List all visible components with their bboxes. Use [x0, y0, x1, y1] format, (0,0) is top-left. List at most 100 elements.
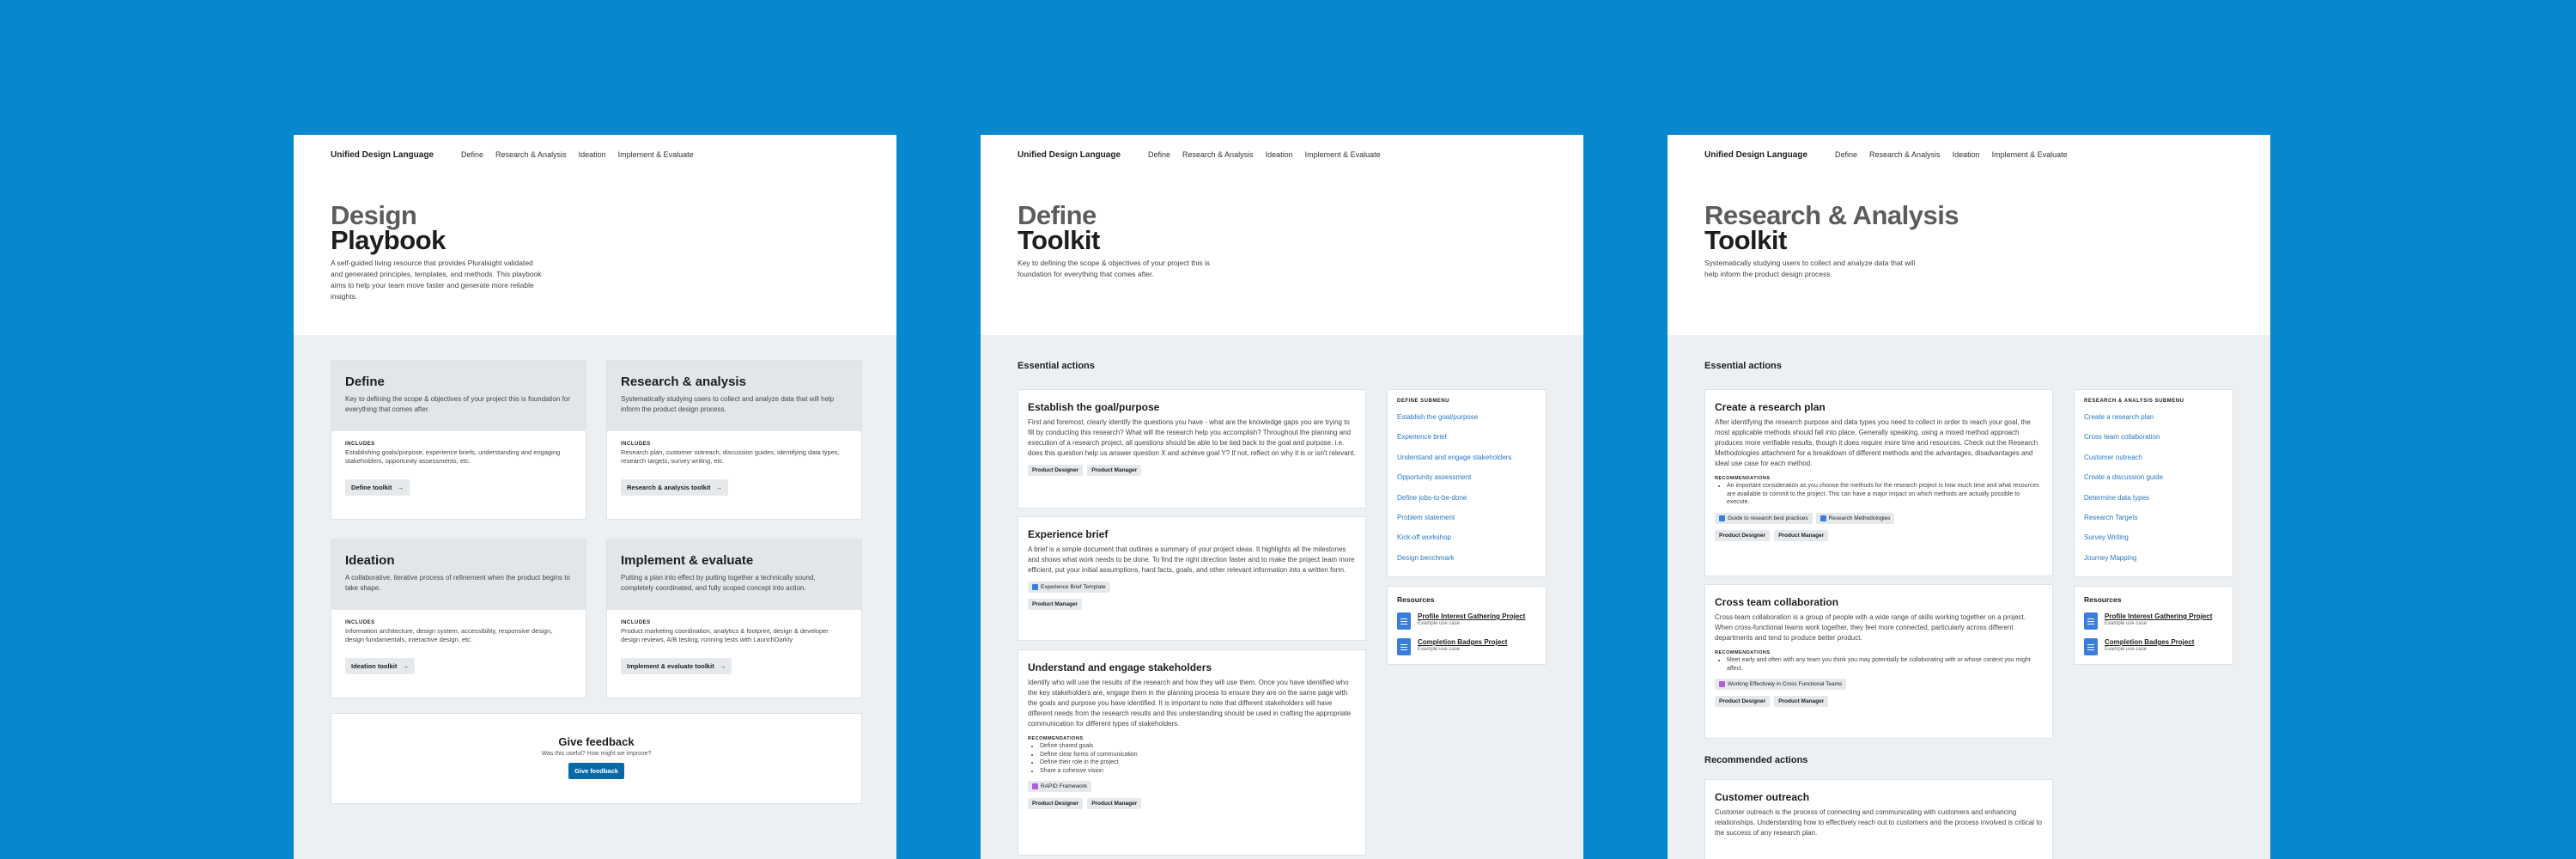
submenu-item[interactable]: Understand and engage stakeholders — [1397, 448, 1536, 467]
brand-logo[interactable]: Unified Design Language — [331, 150, 434, 160]
nav-research[interactable]: Research & Analysis — [495, 150, 567, 159]
recommendation-list: An important consideration as you choose… — [1727, 482, 2043, 507]
submenu-item[interactable]: Survey Writing — [2084, 527, 2223, 547]
submenu-item[interactable]: Define jobs-to-be-done — [1397, 488, 1536, 508]
section-heading: Essential actions — [1018, 361, 1095, 371]
nav-ideation[interactable]: Ideation — [579, 150, 606, 159]
nav-implement[interactable]: Implement & Evaluate — [1992, 150, 2068, 159]
nav-ideation[interactable]: Ideation — [1266, 150, 1293, 159]
action-description: Cross-team collaboration is a group of p… — [1715, 613, 2026, 642]
arrow-right-icon: → — [715, 484, 723, 491]
resource-link[interactable]: RAPID Framework — [1028, 781, 1092, 792]
submenu-item[interactable]: Cross team collaboration — [2084, 427, 2223, 447]
research-toolkit-page: Unified Design Language Define Research … — [1668, 135, 2270, 859]
page-description: Systematically studying users to collect… — [1704, 259, 1916, 278]
submenu: RESEARCH & ANALYSIS SUBMENU Create a res… — [2074, 389, 2233, 578]
nav-define[interactable]: Define — [461, 150, 483, 159]
give-feedback-button[interactable]: Give feedback — [568, 763, 624, 779]
card-title: Implement & evaluate — [621, 553, 754, 568]
resource-link[interactable]: Research Methodologies — [1815, 512, 1895, 524]
card-description: Key to defining the scope & objectives o… — [345, 395, 570, 413]
resource-link[interactable]: Working Effectively in Cross Functional … — [1715, 679, 1847, 690]
research-toolkit-button[interactable]: Research & analysis toolkit → — [621, 479, 729, 496]
includes-label: INCLUDES — [621, 620, 651, 625]
feedback-card: Give feedback Was this useful? How might… — [331, 713, 862, 804]
nav-define[interactable]: Define — [1148, 150, 1170, 159]
submenu-item[interactable]: Experience brief — [1397, 427, 1536, 447]
submenu-item[interactable]: Problem statement — [1397, 508, 1536, 527]
resource-item[interactable]: Profile Interest Gathering Project Exampl… — [2084, 612, 2223, 630]
brand-logo[interactable]: Unified Design Language — [1018, 150, 1121, 160]
document-icon — [2084, 612, 2098, 630]
arrow-right-icon: → — [719, 662, 726, 670]
action-title: Create a research plan — [1715, 401, 1826, 413]
recommendation-list: Define shared goals Define clear forms o… — [1040, 742, 1356, 775]
submenu-item[interactable]: Determine data types — [2084, 488, 2223, 508]
submenu-item[interactable]: Customer outreach — [2084, 448, 2223, 467]
nav-implement[interactable]: Implement & Evaluate — [1305, 150, 1381, 159]
resource-item[interactable]: Completion Badges Project Example use cas… — [1397, 638, 1536, 655]
card-title: Define — [345, 375, 385, 389]
action-description: A brief is a simple document that outlin… — [1028, 545, 1355, 574]
action-card: Experience brief A brief is a simple doc… — [1018, 516, 1366, 641]
section-heading: Essential actions — [1704, 361, 1782, 371]
submenu-item[interactable]: Establish the goal/purpose — [1397, 407, 1536, 427]
ideation-toolkit-button[interactable]: Ideation toolkit → — [345, 658, 415, 674]
resource-item[interactable]: Completion Badges Project Example use cas… — [2084, 638, 2223, 655]
card-title: Research & analysis — [621, 375, 746, 389]
page-description: A self-guided living resource that provi… — [331, 259, 542, 301]
define-card: Define Key to defining the scope & object… — [331, 360, 586, 520]
doc-icon — [1032, 584, 1038, 590]
submenu-item[interactable]: Research Targets — [2084, 508, 2223, 527]
nav-define[interactable]: Define — [1835, 150, 1857, 159]
role-tag: Product Manager — [1774, 529, 1829, 541]
submenu-item[interactable]: Journey Mapping — [2084, 548, 2223, 568]
nav-research[interactable]: Research & Analysis — [1869, 150, 1941, 159]
action-description: Identify who will use the results of the… — [1028, 679, 1352, 728]
implement-toolkit-button[interactable]: Implement & evaluate toolkit → — [621, 658, 732, 674]
content-area: Essential actions Create a research plan… — [1668, 335, 2270, 859]
includes-label: INCLUDES — [345, 620, 375, 625]
submenu-item[interactable]: Create a research plan — [2084, 407, 2223, 427]
implement-card: Implement & evaluate Putting a plan into … — [606, 539, 862, 698]
submenu-item[interactable]: Create a discussion guide — [2084, 467, 2223, 487]
page-title: Define Toolkit — [1018, 200, 1100, 255]
content-area: Essential actions Establish the goal/pur… — [981, 335, 1583, 859]
resource-link[interactable]: Experience Brief Template — [1028, 582, 1110, 593]
submenu-item[interactable]: Opportunity assessment — [1397, 467, 1536, 487]
resources-box: Resources Profile Interest Gathering Pro… — [2074, 586, 2233, 665]
card-description: Putting a plan into effect by putting to… — [621, 574, 816, 592]
design-playbook-page: Unified Design Language Define Research … — [294, 135, 896, 859]
document-icon — [2084, 638, 2098, 655]
doc-icon — [1719, 681, 1725, 687]
resources-heading: Resources — [1397, 595, 1435, 604]
includes-label: INCLUDES — [345, 442, 375, 447]
define-toolkit-button[interactable]: Define toolkit → — [345, 479, 410, 496]
includes-text: Research plan, customer outreach, discus… — [621, 448, 840, 465]
nav-ideation[interactable]: Ideation — [1953, 150, 1980, 159]
doc-icon — [1032, 783, 1038, 789]
action-card: Create a research plan After identifying… — [1704, 389, 2053, 576]
submenu-item[interactable]: Design benchmark — [1397, 548, 1536, 568]
page-title: Design Playbook — [331, 200, 446, 255]
define-toolkit-page: Unified Design Language Define Research … — [981, 135, 1583, 859]
role-tag: Product Manager — [1774, 696, 1829, 707]
brand-logo[interactable]: Unified Design Language — [1704, 150, 1807, 160]
top-nav: Unified Design Language Define Research … — [981, 140, 1583, 169]
action-card: Understand and engage stakeholders Ident… — [1018, 649, 1366, 856]
role-tag: Product Manager — [1087, 798, 1142, 809]
action-title: Cross team collaboration — [1715, 596, 1839, 608]
role-tag: Product Manager — [1028, 599, 1083, 610]
submenu-item[interactable]: Kick-off workshop — [1397, 527, 1536, 547]
feedback-subtitle: Was this useful? How might we improve? — [541, 751, 652, 757]
arrow-right-icon: → — [402, 662, 409, 670]
resource-item[interactable]: Profile Interest Gathering Project Exampl… — [1397, 612, 1536, 630]
nav-implement[interactable]: Implement & Evaluate — [618, 150, 694, 159]
role-tag: Product Manager — [1087, 465, 1142, 476]
action-description: Customer outreach is the process of conn… — [1715, 808, 2042, 837]
nav-research[interactable]: Research & Analysis — [1182, 150, 1254, 159]
resource-link[interactable]: Guide to research best practices — [1715, 512, 1813, 524]
card-description: Systematically studying users to collect… — [621, 395, 835, 413]
role-tag: Product Designer — [1028, 465, 1084, 476]
role-tag: Product Designer — [1715, 529, 1771, 541]
